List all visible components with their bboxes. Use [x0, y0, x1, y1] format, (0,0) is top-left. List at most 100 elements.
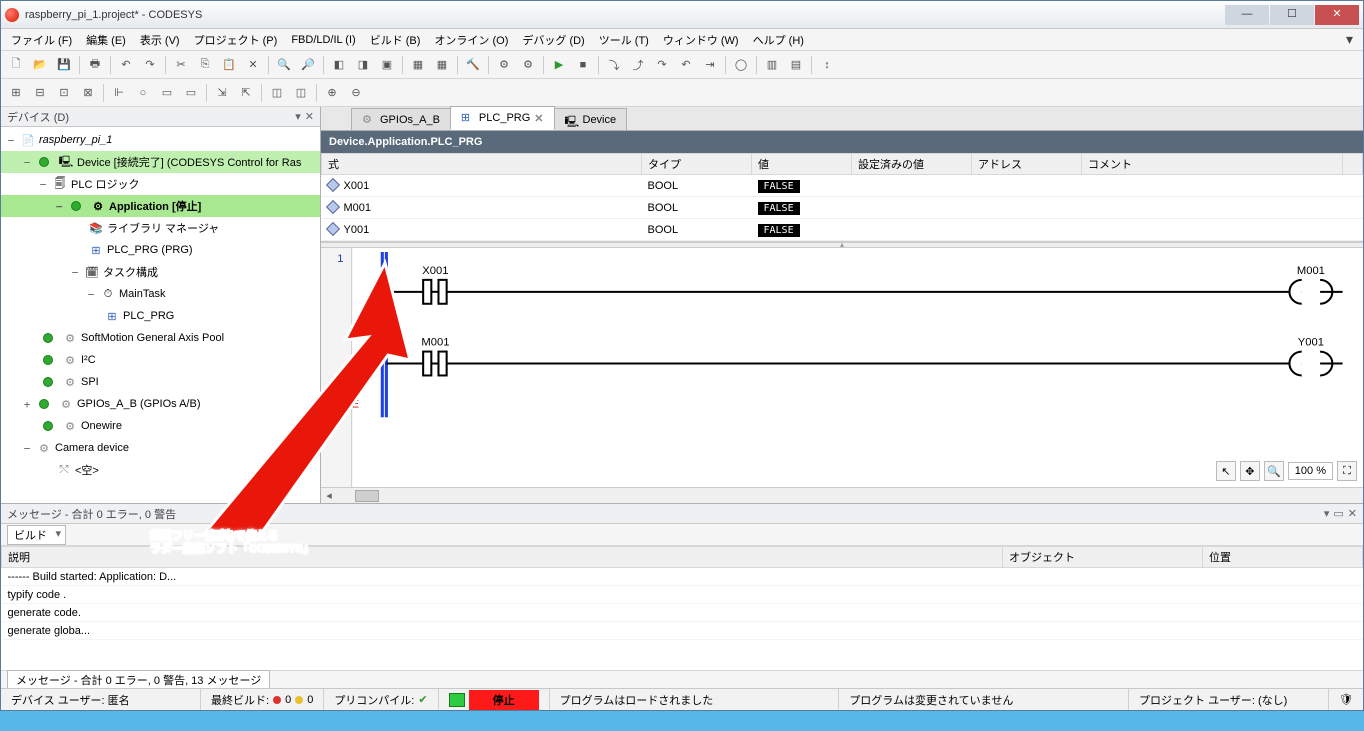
var-row[interactable]: Y001BOOLFALSE [322, 219, 1363, 241]
msg-close-icon[interactable]: ✕ [1348, 507, 1357, 520]
tree-device[interactable]: −🖳Device [接続完了] (CODESYS Control for Ras [1, 151, 320, 173]
var-row[interactable]: X001BOOLFALSE [322, 175, 1363, 197]
tree-task-config[interactable]: −🗓タスク構成 [1, 261, 320, 283]
menu-window[interactable]: ウィンドウ (W) [657, 30, 745, 50]
panel-close-icon[interactable]: ✕ [305, 110, 314, 123]
msg-min-icon[interactable]: ▭ [1333, 507, 1343, 520]
menu-edit[interactable]: 編集 (E) [80, 30, 132, 50]
copy-icon[interactable]: ⎘ [194, 54, 216, 76]
ld-contact-icon[interactable]: ⊩ [108, 82, 130, 104]
ld-tool7-icon[interactable]: ⇲ [211, 82, 233, 104]
maximize-button[interactable]: ☐ [1270, 5, 1314, 25]
tree-root[interactable]: −📄raspberry_pi_1 [1, 129, 320, 151]
ld-tool12-icon[interactable]: ⊖ [345, 82, 367, 104]
ld-tool3-icon[interactable]: ⊡ [53, 82, 75, 104]
ld-tool1-icon[interactable]: ⊞ [5, 82, 27, 104]
menu-online[interactable]: オンライン (O) [428, 30, 514, 50]
messages-footer-tab[interactable]: メッセージ - 合計 0 エラー, 0 警告, 13 メッセージ [7, 670, 270, 689]
redo-icon[interactable]: ↷ [139, 54, 161, 76]
menu-project[interactable]: プロジェクト (P) [188, 30, 284, 50]
zoom-cursor-icon[interactable]: ↖ [1216, 461, 1236, 481]
tree-library-manager[interactable]: 📚ライブラリ マネージャ [1, 217, 320, 239]
minimize-button[interactable]: ― [1225, 5, 1269, 25]
close-button[interactable]: ✕ [1315, 5, 1359, 25]
msg-col-pos[interactable]: 位置 [1203, 547, 1363, 568]
ld-coil-icon[interactable]: ○ [132, 82, 154, 104]
tree-empty[interactable]: ⤲<空> [1, 459, 320, 481]
build-filter-select[interactable]: ビルド [7, 525, 66, 545]
menu-help[interactable]: ヘルプ (H) [747, 30, 810, 50]
ld-tool8-icon[interactable]: ⇱ [235, 82, 257, 104]
menu-view[interactable]: 表示 (V) [134, 30, 186, 50]
tree-spi[interactable]: ⚙SPI [1, 371, 320, 393]
tree-maintask[interactable]: −⏱MainTask [1, 283, 320, 305]
tree-camera[interactable]: −⚙Camera device [1, 437, 320, 459]
msg-col-desc[interactable]: 説明 [2, 547, 1003, 568]
project-icon[interactable]: ▦ [407, 54, 429, 76]
menu-debug[interactable]: デバッグ (D) [516, 30, 590, 50]
ld-tool2-icon[interactable]: ⊟ [29, 82, 51, 104]
messages-table[interactable]: 説明オブジェクト位置 ------ Build started: Applica… [1, 546, 1363, 670]
col-comment[interactable]: コメント [1082, 154, 1343, 175]
start-icon[interactable]: ▶ [548, 54, 570, 76]
step2-icon[interactable]: ⤴ [627, 54, 649, 76]
project2-icon[interactable]: ▦ [431, 54, 453, 76]
zoom-value[interactable]: 100 % [1288, 462, 1333, 480]
stop-icon[interactable]: ■ [572, 54, 594, 76]
device-tree[interactable]: −📄raspberry_pi_1 −🖳Device [接続完了] (CODESY… [1, 127, 320, 503]
col-value[interactable]: 値 [752, 154, 852, 175]
ld-tool4-icon[interactable]: ⊠ [77, 82, 99, 104]
ld-tool10-icon[interactable]: ◫ [290, 82, 312, 104]
cut-icon[interactable]: ✂ [170, 54, 192, 76]
panel-pin-icon[interactable]: ▾ [295, 110, 301, 123]
findnext-icon[interactable]: 🔎 [297, 54, 319, 76]
step3-icon[interactable]: ↷ [651, 54, 673, 76]
bookmark-icon[interactable]: ◧ [328, 54, 350, 76]
horizontal-scrollbar[interactable]: ◂ [321, 487, 1363, 503]
msg-col-obj[interactable]: オブジェクト [1003, 547, 1203, 568]
tab-device[interactable]: 🖳Device [554, 108, 628, 130]
login-icon[interactable]: ⚙ [493, 54, 515, 76]
misc-icon[interactable]: ▥ [761, 54, 783, 76]
ladder-editor[interactable]: 1 X001 M001 [321, 248, 1363, 487]
ld-tool5-icon[interactable]: ▭ [156, 82, 178, 104]
tab-close-icon[interactable]: ✕ [534, 112, 543, 125]
menu-build[interactable]: ビルド (B) [364, 30, 427, 50]
tree-plc-logic[interactable]: −🗐PLC ロジック [1, 173, 320, 195]
tab-plc-prg[interactable]: ⊞PLC_PRG✕ [450, 106, 555, 130]
bookmark2-icon[interactable]: ◨ [352, 54, 374, 76]
tree-task-prg[interactable]: ⊞PLC_PRG [1, 305, 320, 327]
tab-gpios[interactable]: ⚙GPIOs_A_B [351, 108, 451, 130]
find-icon[interactable]: 🔍 [273, 54, 295, 76]
delete-icon[interactable]: ✕ [242, 54, 264, 76]
tree-gpios[interactable]: +⚙GPIOs_A_B (GPIOs A/B) [1, 393, 320, 415]
ld-tool11-icon[interactable]: ⊕ [321, 82, 343, 104]
menu-file[interactable]: ファイル (F) [5, 30, 78, 50]
new-icon[interactable]: 🗋 [5, 54, 27, 76]
var-row[interactable]: M001BOOLFALSE [322, 197, 1363, 219]
menu-overflow-icon[interactable]: ▾ [1346, 31, 1359, 48]
paste-icon[interactable]: 📋 [218, 54, 240, 76]
ld-tool6-icon[interactable]: ▭ [180, 82, 202, 104]
col-preset[interactable]: 設定済みの値 [852, 154, 972, 175]
col-type[interactable]: タイプ [642, 154, 752, 175]
misc3-icon[interactable]: ↕ [816, 54, 838, 76]
col-expression[interactable]: 式 [322, 154, 642, 175]
build-icon[interactable]: 🔨 [462, 54, 484, 76]
step-icon[interactable]: ⤵ [603, 54, 625, 76]
step5-icon[interactable]: ⇥ [699, 54, 721, 76]
bookmark3-icon[interactable]: ▣ [376, 54, 398, 76]
col-address[interactable]: アドレス [972, 154, 1082, 175]
msg-pin-icon[interactable]: ▾ [1324, 507, 1330, 520]
zoom-magnify-icon[interactable]: 🔍 [1264, 461, 1284, 481]
ld-tool9-icon[interactable]: ◫ [266, 82, 288, 104]
menu-tools[interactable]: ツール (T) [593, 30, 655, 50]
save-icon[interactable]: 💾 [53, 54, 75, 76]
tree-i2c[interactable]: ⚙I²C [1, 349, 320, 371]
bp-icon[interactable]: ◯ [730, 54, 752, 76]
undo-icon[interactable]: ↶ [115, 54, 137, 76]
tree-application[interactable]: −⚙Application [停止] [1, 195, 320, 217]
logout-icon[interactable]: ⚙ [517, 54, 539, 76]
misc2-icon[interactable]: ▤ [785, 54, 807, 76]
tree-onewire[interactable]: ⚙Onewire [1, 415, 320, 437]
